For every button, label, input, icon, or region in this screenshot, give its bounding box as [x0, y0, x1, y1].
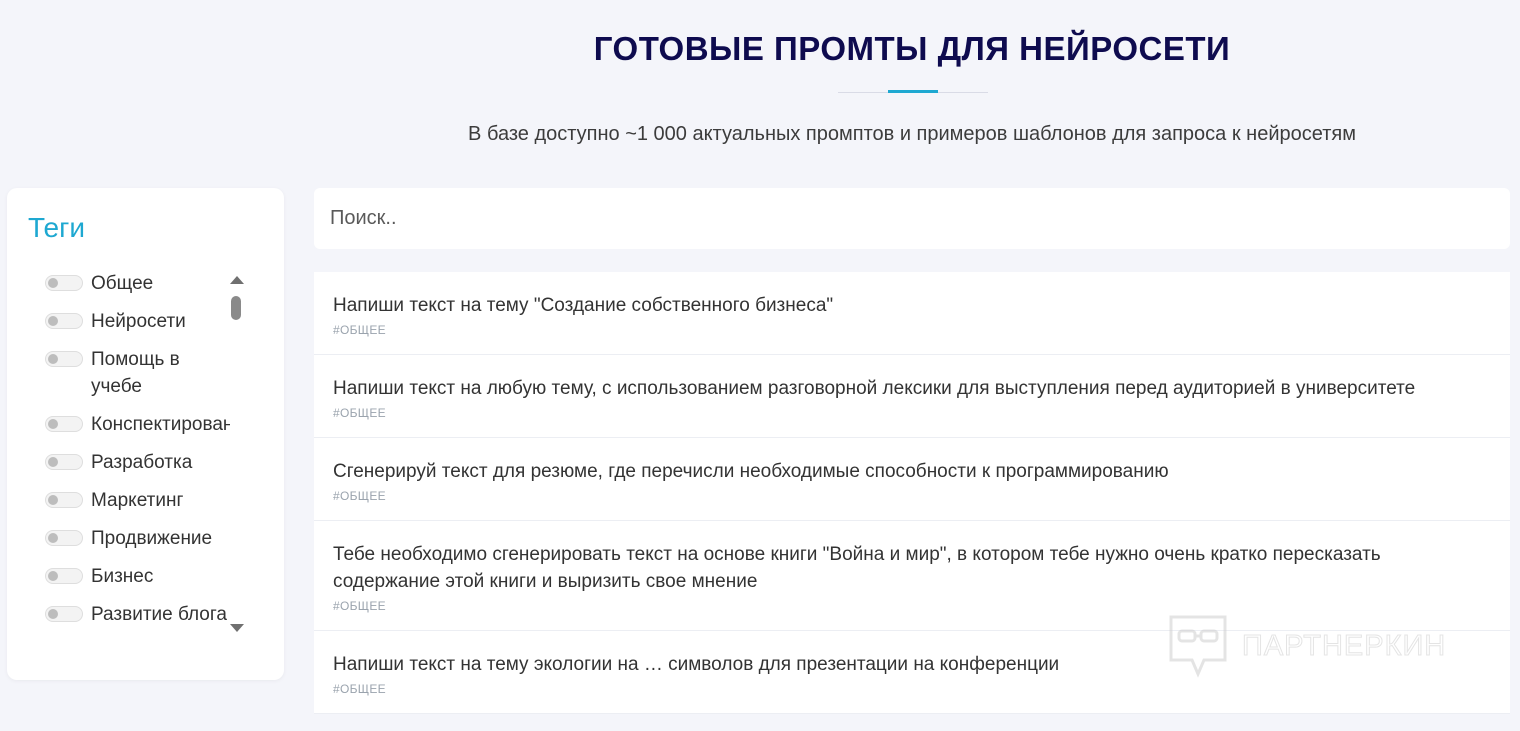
watermark-text: ПАРТНЕРКИН [1241, 629, 1447, 662]
title-divider [838, 90, 988, 93]
tag-item-neural-networks[interactable]: Нейросети [45, 308, 230, 335]
prompt-text: Напиши текст на тему "Создание собственн… [333, 295, 834, 316]
prompt-tag[interactable]: #ОБЩЕЕ [333, 599, 1491, 613]
tag-label: Конспектирование [91, 414, 230, 435]
prompt-tag[interactable]: #ОБЩЕЕ [333, 323, 1491, 337]
tag-item-business[interactable]: Бизнес [45, 563, 230, 590]
prompt-tag[interactable]: #ОБЩЕЕ [333, 682, 1491, 696]
toggle-knob [48, 533, 58, 543]
page-title: ГОТОВЫЕ ПРОМТЫ ДЛЯ НЕЙРОСЕТИ [593, 30, 1231, 67]
tag-item-promotion[interactable]: Продвижение [45, 525, 230, 552]
toggle-knob [48, 495, 58, 505]
tag-item-summarizing[interactable]: Конспектирование [45, 411, 230, 438]
tag-toggle[interactable] [45, 454, 83, 470]
search-box [314, 188, 1510, 249]
prompt-item[interactable]: Сгенерируй текст для резюме, где перечис… [314, 438, 1510, 521]
title-divider-accent [888, 90, 938, 93]
tag-label: Бизнес [91, 566, 154, 587]
page-subtitle: В базе доступно ~1 000 актуальных промпт… [468, 123, 1356, 145]
tag-toggle[interactable] [45, 492, 83, 508]
tags-panel: Теги Общее Нейросети Помощь в учебе Конс… [7, 188, 284, 680]
tag-toggle[interactable] [45, 351, 83, 367]
tag-label: Продвижение [91, 528, 213, 549]
prompt-tag[interactable]: #ОБЩЕЕ [333, 406, 1491, 420]
tag-item-blog-development[interactable]: Развитие блога [45, 601, 230, 628]
tag-label: Маркетинг [91, 490, 184, 511]
tags-scrollbar[interactable] [229, 276, 245, 632]
toggle-knob [48, 571, 58, 581]
tag-toggle[interactable] [45, 568, 83, 584]
watermark-logo-icon [1169, 615, 1227, 678]
tag-item-study-help[interactable]: Помощь в учебе [45, 346, 230, 400]
watermark: ПАРТНЕРКИН [1168, 614, 1446, 678]
toggle-knob [48, 457, 58, 467]
tag-toggle[interactable] [45, 416, 83, 432]
prompt-item[interactable]: Напиши текст на тему "Создание собственн… [314, 272, 1510, 355]
prompt-text: Тебе необходимо сгенерировать текст на о… [333, 544, 1381, 592]
tag-item-development[interactable]: Разработка [45, 449, 230, 476]
search-input[interactable] [314, 188, 1510, 249]
prompt-tag[interactable]: #ОБЩЕЕ [333, 489, 1491, 503]
toggle-knob [48, 316, 58, 326]
tag-toggle[interactable] [45, 606, 83, 622]
tag-item-marketing[interactable]: Маркетинг [45, 487, 230, 514]
scroll-down-arrow-icon[interactable] [230, 624, 244, 632]
scroll-up-arrow-icon[interactable] [230, 276, 244, 284]
tag-label: Помощь в учебе [91, 349, 180, 397]
tag-label: Общее [91, 273, 154, 294]
tag-toggle[interactable] [45, 275, 83, 291]
tag-toggle[interactable] [45, 530, 83, 546]
tag-label: Разработка [91, 452, 193, 473]
tag-toggle[interactable] [45, 313, 83, 329]
prompt-text: Напиши текст на любую тему, с использова… [333, 378, 1416, 399]
scrollbar-thumb[interactable] [231, 296, 241, 320]
tags-title: Теги [28, 212, 85, 243]
tag-label: Нейросети [91, 311, 186, 332]
tag-label: Развитие блога [91, 604, 227, 625]
prompt-text: Сгенерируй текст для резюме, где перечис… [333, 461, 1169, 482]
toggle-knob [48, 278, 58, 288]
toggle-knob [48, 609, 58, 619]
prompt-item[interactable]: Напиши текст на любую тему, с использова… [314, 355, 1510, 438]
tags-list[interactable]: Общее Нейросети Помощь в учебе Конспекти… [45, 270, 230, 640]
tag-item-general[interactable]: Общее [45, 270, 230, 297]
toggle-knob [48, 419, 58, 429]
toggle-knob [48, 354, 58, 364]
